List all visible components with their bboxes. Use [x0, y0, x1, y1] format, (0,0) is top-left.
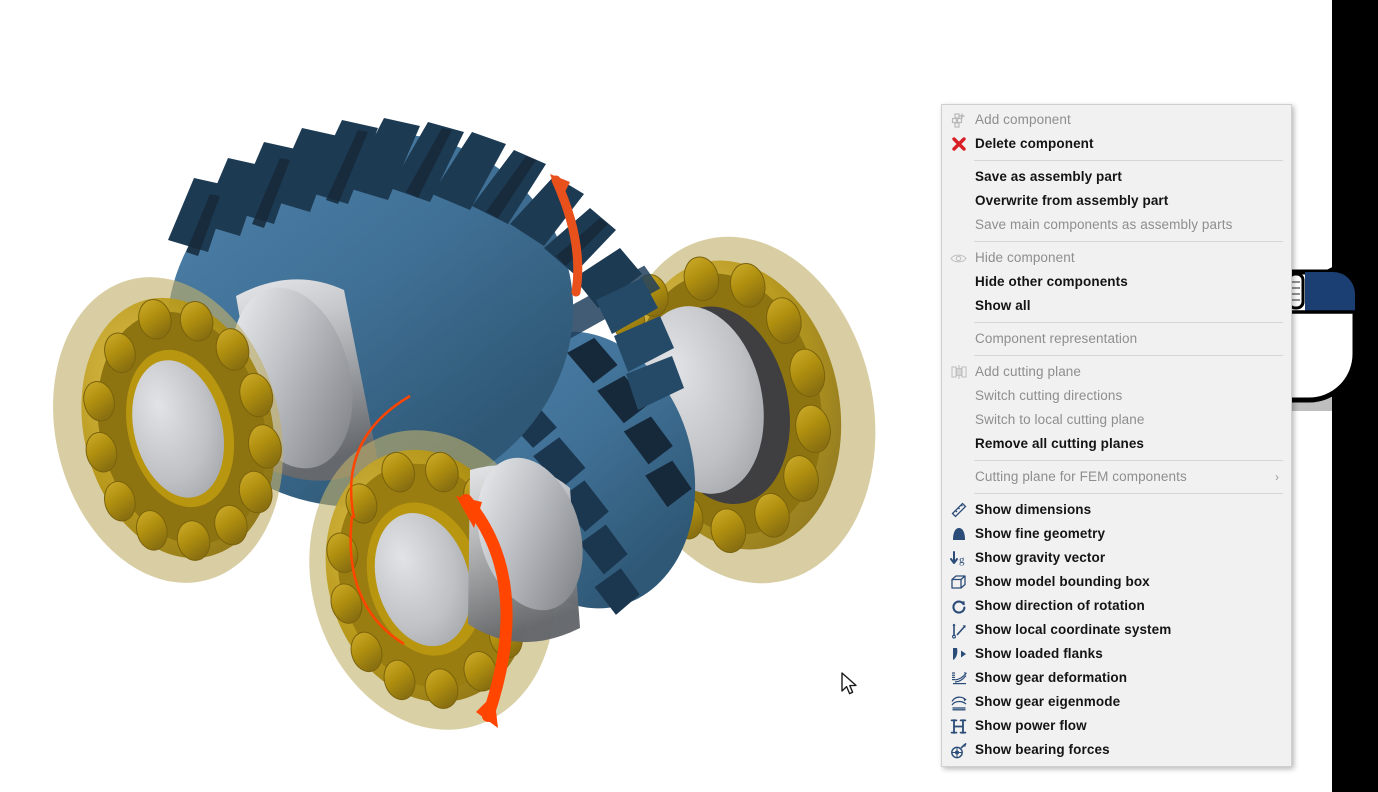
eye-icon	[942, 246, 975, 270]
menu-item-show-dimensions[interactable]: Show dimensions	[942, 498, 1291, 522]
arrow-cursor	[841, 672, 863, 698]
power-flow-icon	[942, 714, 975, 738]
no-icon	[942, 408, 975, 432]
menu-item-show-direction-of-rotation[interactable]: Show direction of rotation	[942, 594, 1291, 618]
no-icon	[942, 189, 975, 213]
menu-item-hide-component[interactable]: Hide component	[942, 246, 1291, 270]
menu-separator	[974, 460, 1283, 461]
no-icon	[942, 213, 975, 237]
menu-item-show-gravity-vector[interactable]: g Show gravity vector	[942, 546, 1291, 570]
menu-item-label: Show power flow	[975, 714, 1285, 738]
menu-item-label: Add cutting plane	[975, 360, 1285, 384]
menu-item-show-gear-deformation[interactable]: Show gear deformation	[942, 666, 1291, 690]
no-icon	[942, 432, 975, 456]
no-icon	[942, 327, 975, 351]
menu-item-show-loaded-flanks[interactable]: Show loaded flanks	[942, 642, 1291, 666]
menu-item-switch-to-local-cutting-plane[interactable]: Switch to local cutting plane	[942, 408, 1291, 432]
screenshot-root: Add component Delete component Save as a…	[0, 0, 1378, 792]
menu-item-show-fine-geometry[interactable]: Show fine geometry	[942, 522, 1291, 546]
menu-item-label: Show gear deformation	[975, 666, 1285, 690]
menu-item-label: Show all	[975, 294, 1285, 318]
menu-item-label: Show dimensions	[975, 498, 1285, 522]
menu-item-label: Component representation	[975, 327, 1285, 351]
menu-item-label: Switch to local cutting plane	[975, 408, 1285, 432]
bounding-box-icon	[942, 570, 975, 594]
menu-item-switch-cutting-directions[interactable]: Switch cutting directions	[942, 384, 1291, 408]
menu-item-show-power-flow[interactable]: Show power flow	[942, 714, 1291, 738]
menu-item-add-component[interactable]: Add component	[942, 108, 1291, 132]
menu-item-label: Cutting plane for FEM components	[975, 465, 1269, 489]
menu-item-label: Show bearing forces	[975, 738, 1285, 762]
gear-eigenmode-icon	[942, 690, 975, 714]
menu-item-label: Overwrite from assembly part	[975, 189, 1285, 213]
mouse-right-button-highlight	[1305, 272, 1355, 312]
chevron-right-icon: ›	[1269, 470, 1285, 484]
fine-geometry-icon	[942, 522, 975, 546]
rotation-icon	[942, 594, 975, 618]
menu-item-overwrite-from-assembly-part[interactable]: Overwrite from assembly part	[942, 189, 1291, 213]
no-icon	[942, 384, 975, 408]
menu-item-component-representation[interactable]: Component representation	[942, 327, 1291, 351]
menu-separator	[974, 160, 1283, 161]
menu-item-label: Switch cutting directions	[975, 384, 1285, 408]
menu-separator	[974, 355, 1283, 356]
no-icon	[942, 465, 975, 489]
menu-item-label: Add component	[975, 108, 1285, 132]
ruler-icon	[942, 498, 975, 522]
menu-item-show-local-coordinate-system[interactable]: Show local coordinate system	[942, 618, 1291, 642]
menu-item-label: Delete component	[975, 132, 1285, 156]
menu-separator	[974, 493, 1283, 494]
menu-item-cutting-plane-for-fem-components[interactable]: Cutting plane for FEM components ›	[942, 465, 1291, 489]
menu-separator	[974, 241, 1283, 242]
loaded-flanks-icon	[942, 642, 975, 666]
menu-item-add-cutting-plane[interactable]: Add cutting plane	[942, 360, 1291, 384]
menu-item-show-model-bounding-box[interactable]: Show model bounding box	[942, 570, 1291, 594]
cutting-plane-icon	[942, 360, 975, 384]
menu-item-label: Show fine geometry	[975, 522, 1285, 546]
menu-item-hide-other-components[interactable]: Hide other components	[942, 270, 1291, 294]
no-icon	[942, 270, 975, 294]
menu-item-label: Save as assembly part	[975, 165, 1285, 189]
menu-item-label: Show direction of rotation	[975, 594, 1285, 618]
menu-item-label: Hide other components	[975, 270, 1285, 294]
menu-item-save-as-assembly-part[interactable]: Save as assembly part	[942, 165, 1291, 189]
menu-item-save-main-components[interactable]: Save main components as assembly parts	[942, 213, 1291, 237]
menu-separator	[974, 322, 1283, 323]
menu-item-label: Hide component	[975, 246, 1285, 270]
menu-item-label: Show model bounding box	[975, 570, 1285, 594]
bearing-forces-icon	[942, 738, 975, 762]
menu-item-label: Show gear eigenmode	[975, 690, 1285, 714]
svg-text:g: g	[959, 554, 965, 566]
no-icon	[942, 165, 975, 189]
menu-item-remove-all-cutting-planes[interactable]: Remove all cutting planes	[942, 432, 1291, 456]
delete-cross-icon	[942, 132, 975, 156]
menu-item-label: Show gravity vector	[975, 546, 1285, 570]
menu-item-delete-component[interactable]: Delete component	[942, 132, 1291, 156]
gear-deformation-icon	[942, 666, 975, 690]
menu-item-show-gear-eigenmode[interactable]: Show gear eigenmode	[942, 690, 1291, 714]
menu-item-show-bearing-forces[interactable]: Show bearing forces	[942, 738, 1291, 762]
gravity-vector-icon: g	[942, 546, 975, 570]
no-icon	[942, 294, 975, 318]
component-context-menu[interactable]: Add component Delete component Save as a…	[941, 104, 1292, 767]
menu-item-label: Save main components as assembly parts	[975, 213, 1285, 237]
menu-item-label: Show loaded flanks	[975, 642, 1285, 666]
menu-item-show-all[interactable]: Show all	[942, 294, 1291, 318]
menu-item-label: Remove all cutting planes	[975, 432, 1285, 456]
coordinate-system-icon	[942, 618, 975, 642]
add-component-icon	[942, 108, 975, 132]
menu-item-label: Show local coordinate system	[975, 618, 1285, 642]
